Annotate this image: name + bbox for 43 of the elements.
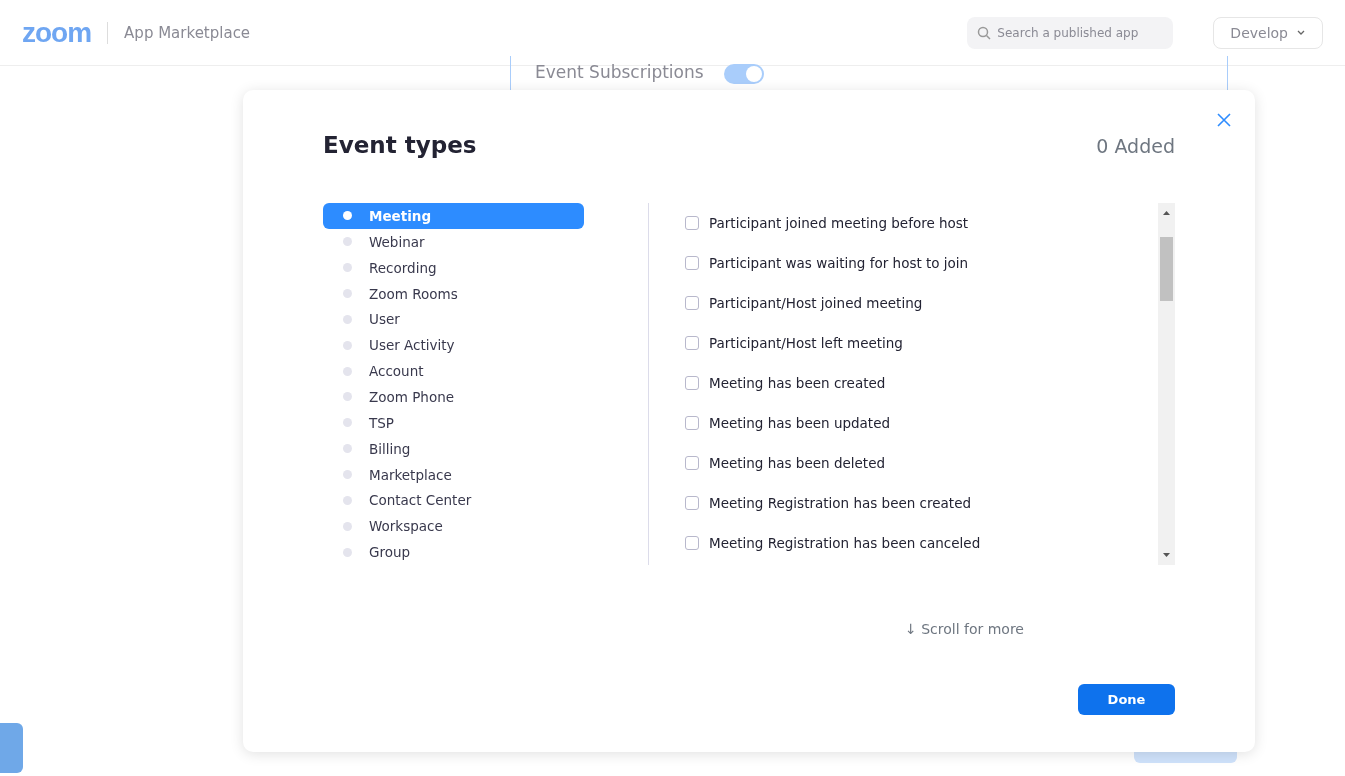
category-item[interactable]: TSP [323, 409, 584, 436]
category-item[interactable]: Contact Center [323, 487, 584, 514]
close-icon[interactable] [1217, 113, 1231, 127]
dialog-title: Event types [323, 132, 477, 158]
category-item[interactable]: Account [323, 358, 584, 384]
marketplace-title: App Marketplace [124, 23, 251, 42]
scroll-hint: ↓ Scroll for more [904, 621, 1025, 637]
checkbox[interactable] [685, 416, 699, 430]
category-item[interactable]: User Activity [323, 332, 584, 359]
event-label: Meeting Registration has been created [709, 495, 972, 511]
category-item[interactable]: User [323, 306, 584, 333]
category-item[interactable]: Group [323, 539, 584, 566]
event-label: Participant/Host joined meeting [709, 295, 923, 311]
checkbox[interactable] [685, 296, 699, 310]
chevron-icon [1296, 28, 1306, 37]
event-label: Meeting has been deleted [709, 455, 885, 471]
event-label: Participant joined meeting before host [709, 215, 969, 231]
done-button[interactable]: Done [1078, 684, 1175, 715]
event-label: Meeting Registration has been canceled [709, 535, 981, 551]
added-count: 0 Added [1096, 135, 1175, 157]
checkbox[interactable] [685, 216, 699, 230]
scrollbar[interactable] [1158, 203, 1175, 565]
toggle-switch[interactable] [723, 64, 764, 84]
category-item[interactable]: Workspace [323, 513, 584, 540]
category-item[interactable]: Zoom Phone [323, 384, 584, 410]
develop-menu[interactable]: Develop [1213, 16, 1323, 49]
event-label: Participant was waiting for host to join [709, 255, 969, 271]
checkbox[interactable] [685, 496, 699, 510]
checkbox[interactable] [685, 336, 699, 350]
checkbox[interactable] [685, 456, 699, 470]
category-item[interactable]: Zoom Rooms [323, 280, 584, 307]
event-label: Meeting has been updated [709, 415, 891, 431]
checkbox[interactable] [685, 536, 699, 550]
category-item[interactable]: Webinar [323, 228, 584, 255]
category-item[interactable]: Marketplace [323, 461, 584, 488]
search-field[interactable]: Search a published app [967, 16, 1174, 49]
checkbox[interactable] [685, 376, 699, 390]
event-label: Meeting has been created [709, 375, 886, 391]
checkbox[interactable] [685, 256, 699, 270]
category-item[interactable]: Billing [323, 435, 584, 462]
event-label: Participant/Host left meeting [709, 335, 903, 351]
panel-title: Event Subscriptions [535, 62, 704, 82]
category-item[interactable]: Recording [323, 254, 584, 281]
